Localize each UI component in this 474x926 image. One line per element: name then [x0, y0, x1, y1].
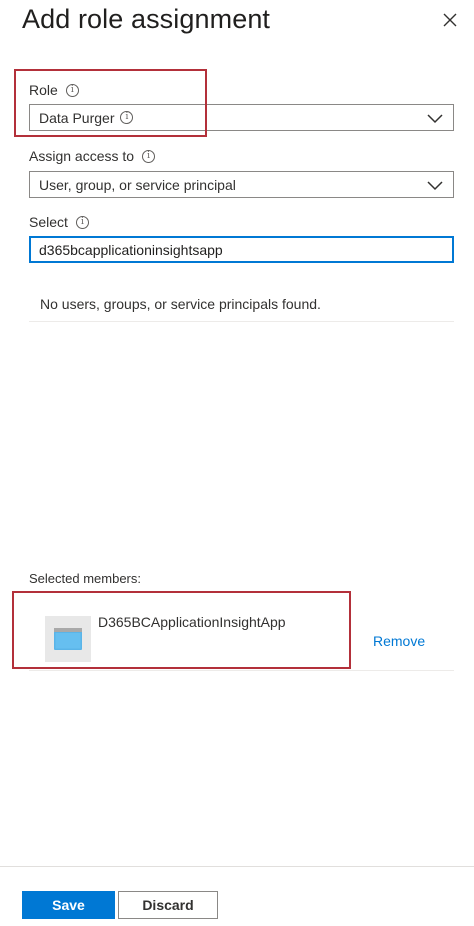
member-search-input[interactable]: [29, 236, 454, 263]
info-icon[interactable]: i: [120, 111, 134, 124]
selected-member-name: D365BCApplicationInsightApp: [98, 614, 286, 630]
no-results-message: No users, groups, or service principals …: [40, 296, 321, 312]
role-label: Role: [29, 82, 58, 98]
select-label: Select: [29, 214, 68, 230]
add-role-assignment-panel: Add role assignment Role i Data Purger i…: [0, 0, 474, 926]
results-divider: [29, 321, 454, 322]
close-icon[interactable]: [440, 10, 460, 30]
info-icon[interactable]: i: [142, 149, 156, 163]
select-label-row: Select i: [29, 214, 89, 230]
assign-access-value: User, group, or service principal: [39, 176, 236, 193]
discard-button[interactable]: Discard: [118, 891, 218, 919]
panel-title: Add role assignment: [22, 4, 271, 34]
selected-members-label: Selected members:: [29, 571, 141, 586]
members-divider: [29, 670, 454, 671]
remove-member-link[interactable]: Remove: [373, 633, 425, 649]
footer-divider: [0, 866, 474, 867]
chevron-down-icon: [427, 111, 443, 127]
info-icon[interactable]: i: [75, 215, 89, 229]
info-icon[interactable]: i: [65, 83, 79, 97]
app-registration-icon: [45, 616, 91, 662]
role-label-row: Role i: [29, 82, 79, 98]
role-dropdown[interactable]: Data Purger i: [29, 104, 454, 131]
chevron-down-icon: [427, 178, 443, 194]
role-value: Data Purger: [39, 109, 115, 126]
assign-access-label-row: Assign access to i: [29, 148, 156, 164]
save-button[interactable]: Save: [22, 891, 115, 919]
assign-access-label: Assign access to: [29, 148, 135, 164]
assign-access-dropdown[interactable]: User, group, or service principal: [29, 171, 454, 198]
